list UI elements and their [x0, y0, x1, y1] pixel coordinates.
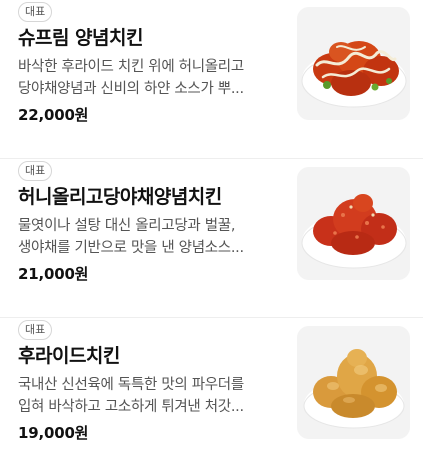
description-line: 바삭한 후라이드 치킨 위에 허니올리고: [18, 59, 244, 75]
menu-item-image[interactable]: [297, 7, 410, 120]
description-line: 당야채양념과 신비의 하얀 소스가 뿌...: [18, 81, 244, 97]
menu-item-fried-chicken[interactable]: 대표 후라이드치킨 국내산 신선육에 독특한 맛의 파우더를 입혀 바삭하고 고…: [0, 318, 423, 461]
chicken-photo-icon: [297, 167, 410, 280]
menu-item-description: 국내산 신선육에 독특한 맛의 파우더를 입혀 바삭하고 고소하게 튀겨낸 처갓…: [18, 374, 280, 418]
menu-item-info: 대표 허니올리고당야채양념치킨 물엿이나 설탕 대신 올리고당과 벌꿀, 생야채…: [18, 159, 280, 284]
menu-item-image[interactable]: [297, 326, 410, 439]
description-line: 입혀 바삭하고 고소하게 튀겨낸 처갓...: [18, 399, 244, 415]
menu-item-image[interactable]: [297, 167, 410, 280]
menu-item-price: 22,000원: [18, 106, 89, 124]
chicken-photo-icon: [297, 7, 410, 120]
signature-badge: 대표: [18, 161, 53, 181]
description-line: 국내산 신선육에 독특한 맛의 파우더를: [18, 377, 244, 393]
description-line: 물엿이나 설탕 대신 올리고당과 벌꿀,: [18, 218, 236, 234]
signature-badge: 대표: [18, 2, 53, 22]
menu-item-description: 바삭한 후라이드 치킨 위에 허니올리고 당야채양념과 신비의 하얀 소스가 뿌…: [18, 56, 280, 100]
menu-item-name: 후라이드치킨: [18, 345, 120, 367]
menu-item-supreme-yangnyeom[interactable]: 대표 슈프림 양념치킨 바삭한 후라이드 치킨 위에 허니올리고 당야채양념과 …: [0, 0, 423, 159]
menu-item-name: 슈프림 양념치킨: [18, 27, 143, 49]
description-line: 생야채를 기반으로 맛을 낸 양념소스...: [18, 240, 244, 256]
menu-item-info: 대표 슈프림 양념치킨 바삭한 후라이드 치킨 위에 허니올리고 당야채양념과 …: [18, 0, 280, 125]
menu-item-description: 물엿이나 설탕 대신 올리고당과 벌꿀, 생야채를 기반으로 맛을 낸 양념소스…: [18, 215, 280, 259]
menu-item-name: 허니올리고당야채양념치킨: [18, 186, 222, 208]
menu-item-honey-oligo-yangnyeom[interactable]: 대표 허니올리고당야채양념치킨 물엿이나 설탕 대신 올리고당과 벌꿀, 생야채…: [0, 159, 423, 318]
signature-badge: 대표: [18, 320, 53, 340]
menu-item-info: 대표 후라이드치킨 국내산 신선육에 독특한 맛의 파우더를 입혀 바삭하고 고…: [18, 318, 280, 443]
menu-item-price: 21,000원: [18, 265, 89, 283]
chicken-photo-icon: [297, 326, 410, 439]
menu-item-price: 19,000원: [18, 424, 89, 442]
menu-list: 대표 슈프림 양념치킨 바삭한 후라이드 치킨 위에 허니올리고 당야채양념과 …: [0, 0, 423, 461]
